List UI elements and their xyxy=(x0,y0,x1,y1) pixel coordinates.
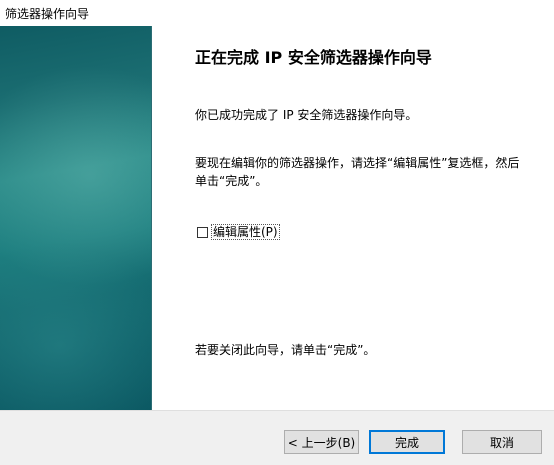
window-title: 筛选器操作向导 xyxy=(5,7,90,21)
finish-button[interactable]: 完成 xyxy=(369,430,445,454)
wizard-content: 正在完成 IP 安全筛选器操作向导 你已成功完成了 IP 安全筛选器操作向导。 … xyxy=(152,26,554,410)
wizard-side-banner xyxy=(0,26,152,410)
edit-properties-label[interactable]: 编辑属性(P) xyxy=(211,224,280,240)
close-instructions: 若要关闭此向导，请单击“完成”。 xyxy=(195,343,376,357)
back-button[interactable]: < 上一步(B) xyxy=(284,430,359,454)
success-message: 你已成功完成了 IP 安全筛选器操作向导。 xyxy=(195,108,418,122)
edit-properties-checkbox-row[interactable]: 编辑属性(P) xyxy=(197,224,280,240)
title-bar: 筛选器操作向导 xyxy=(0,0,554,26)
button-bar: < 上一步(B) 完成 取消 xyxy=(0,410,554,465)
cancel-button[interactable]: 取消 xyxy=(462,430,542,454)
banner-sheen xyxy=(0,246,152,410)
wizard-heading: 正在完成 IP 安全筛选器操作向导 xyxy=(195,48,432,67)
edit-instructions: 要现在编辑你的筛选器操作，请选择“编辑属性”复选框，然后单击“完成”。 xyxy=(195,156,520,188)
edit-properties-checkbox[interactable] xyxy=(197,226,208,238)
